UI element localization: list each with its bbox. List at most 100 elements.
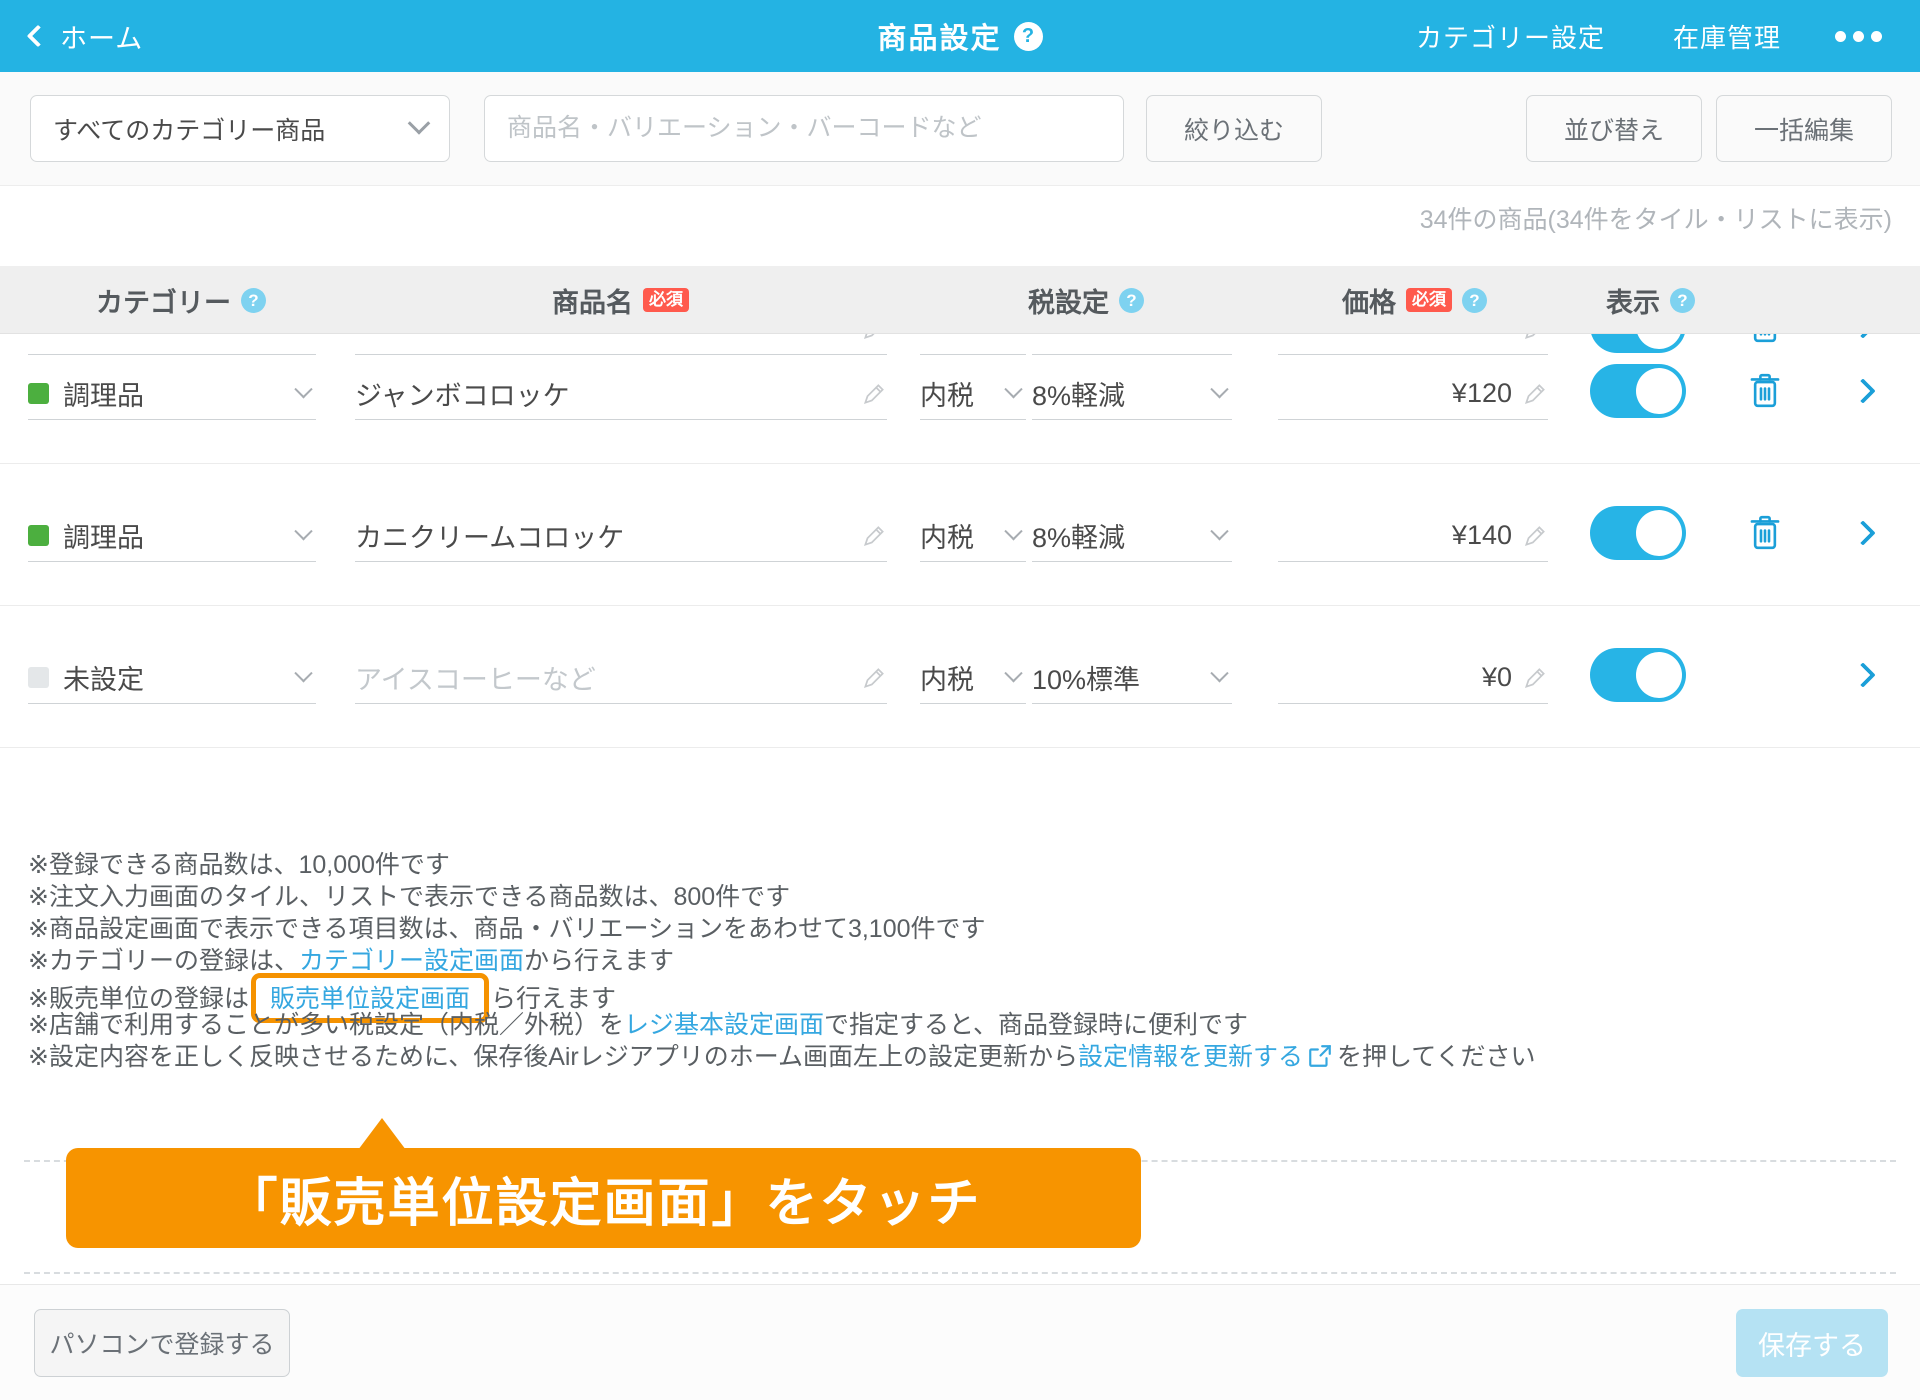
- pencil-icon: [1524, 667, 1545, 688]
- note-suffix-5: で指定すると、商品登録時に便利です: [823, 1011, 1248, 1039]
- instruction-callout: 「販売単位設定画面」をタッチ: [66, 1148, 1141, 1248]
- note-prefix-6: ※設定内容を正しく反映させるために、保存後Airレジアプリのホーム画面左上の設定…: [28, 1043, 1079, 1071]
- back-to-home-button[interactable]: ホーム: [26, 17, 144, 56]
- row-1-delete-button[interactable]: [1740, 366, 1790, 416]
- column-label-visibility: 表示: [1606, 287, 1660, 318]
- row-1-name-field[interactable]: ジャンボコロッケ: [355, 368, 887, 420]
- row-3-visibility-toggle[interactable]: [1590, 648, 1686, 702]
- table-header: カテゴリー ? 商品名 必須 税設定 ? 価格 必須 ? 表示 ?: [0, 266, 1920, 334]
- row-3-detail-button[interactable]: [1838, 650, 1888, 700]
- row-3-tax-rate-select[interactable]: 10%標準: [1032, 652, 1232, 704]
- toggle-switch-on[interactable]: [1590, 506, 1686, 560]
- row-2-name-field[interactable]: カニクリームコロッケ: [355, 510, 887, 562]
- row-3-tax-type-select[interactable]: 内税: [920, 652, 1026, 704]
- note-line-6: ※設定内容を正しく反映させるために、保存後Airレジアプリのホーム画面左上の設定…: [28, 1037, 1536, 1073]
- trash-icon: [1750, 373, 1780, 408]
- row-2-delete-button[interactable]: [1740, 508, 1790, 558]
- chevron-down-icon: [1004, 522, 1023, 541]
- column-label-category: カテゴリー: [96, 287, 231, 318]
- row-2-price-field[interactable]: ¥140: [1278, 510, 1548, 562]
- search-field[interactable]: [484, 95, 1124, 162]
- nav-category-settings[interactable]: カテゴリー設定: [1382, 18, 1639, 55]
- note-line-5: ※店舗で利用することが多い税設定（内税／外税）をレジ基本設定画面で指定すると、商…: [28, 1005, 1248, 1041]
- row-2-category-select[interactable]: 調理品: [28, 510, 316, 562]
- row-1-tax-type-select[interactable]: 内税: [920, 368, 1026, 420]
- back-label: ホーム: [60, 23, 144, 54]
- chevron-down-icon: [294, 664, 313, 683]
- bulk-edit-button[interactable]: 一括編集: [1716, 95, 1892, 162]
- row-2-name-value: カニクリームコロッケ: [355, 523, 625, 553]
- sort-button[interactable]: 並び替え: [1526, 95, 1702, 162]
- row-2-price-value: ¥140: [1451, 520, 1512, 550]
- row-3-name-value: アイスコーヒーなど: [355, 665, 596, 695]
- note-line-3: ※カテゴリーの登録は、カテゴリー設定画面から行えます: [28, 941, 674, 977]
- row-1-visibility-toggle[interactable]: [1590, 364, 1686, 418]
- question-mark-icon[interactable]: ?: [1670, 287, 1695, 313]
- pencil-icon: [863, 667, 884, 688]
- row-1-name-value: ジャンボコロッケ: [355, 381, 570, 411]
- product-table-body: 調理品 ジャンボコロッケ 内税 8%軽減 ¥120 調理品 カニクリームコロッケ…: [0, 334, 1920, 810]
- toggle-switch-on[interactable]: [1590, 364, 1686, 418]
- link-3[interactable]: カテゴリー設定画面: [299, 947, 524, 975]
- ellipsis-icon[interactable]: [1815, 30, 1920, 42]
- toggle-switch-on[interactable]: [1590, 648, 1686, 702]
- row-2-tax-rate-value: 8%軽減: [1032, 523, 1126, 553]
- category-color-swatch: [28, 667, 49, 688]
- row-1-tax-rate-value: 8%軽減: [1032, 381, 1126, 411]
- row-3-name-field[interactable]: アイスコーヒーなど: [355, 652, 887, 704]
- trash-icon: [1750, 515, 1780, 550]
- search-input[interactable]: [507, 114, 1101, 143]
- chevron-right-icon: [1850, 378, 1876, 404]
- app-header: ホーム 商品設定 ? カテゴリー設定 在庫管理: [0, 0, 1920, 72]
- question-mark-icon[interactable]: ?: [241, 287, 266, 313]
- chevron-down-icon: [1210, 380, 1229, 399]
- row-2-visibility-toggle[interactable]: [1590, 506, 1686, 560]
- external-link-icon: [1309, 1045, 1331, 1067]
- row-1-category-select[interactable]: 調理品: [28, 368, 316, 420]
- row-1-price-field[interactable]: ¥120: [1278, 368, 1548, 420]
- pencil-icon: [863, 525, 884, 546]
- toggle-knob: [1636, 652, 1682, 698]
- note-line-2: ※商品設定画面で表示できる項目数は、商品・バリエーションをあわせて3,100件で…: [28, 915, 986, 943]
- row-3-category-value: 未設定: [63, 665, 144, 695]
- note-prefix-3: ※カテゴリーの登録は、: [28, 947, 299, 975]
- filter-button[interactable]: 絞り込む: [1146, 95, 1322, 162]
- register-on-pc-button[interactable]: パソコンで登録する: [34, 1309, 290, 1377]
- link-5[interactable]: レジ基本設定画面: [624, 1011, 824, 1039]
- pencil-icon: [1524, 383, 1545, 404]
- category-filter-select[interactable]: すべてのカテゴリー商品: [30, 95, 450, 162]
- chevron-down-icon: [1004, 380, 1023, 399]
- page-title: 商品設定: [877, 23, 1002, 55]
- link-6[interactable]: 設定情報を更新する: [1078, 1043, 1303, 1071]
- row-2-detail-button[interactable]: [1838, 508, 1888, 558]
- question-mark-icon[interactable]: ?: [1013, 21, 1043, 51]
- chevron-down-icon: [294, 380, 313, 399]
- filter-toolbar: すべてのカテゴリー商品 絞り込む 並び替え 一括編集: [0, 72, 1920, 186]
- nav-inventory-management[interactable]: 在庫管理: [1639, 18, 1815, 55]
- note-suffix-6: を押してください: [1337, 1043, 1536, 1071]
- chevron-down-icon: [1210, 664, 1229, 683]
- chevron-right-icon: [1850, 520, 1876, 546]
- chevron-right-icon: [1850, 662, 1876, 688]
- row-3-price-field[interactable]: ¥0: [1278, 652, 1548, 704]
- row-2-tax-type-select[interactable]: 内税: [920, 510, 1026, 562]
- table-row: 未設定 アイスコーヒーなど 内税 10%標準 ¥0: [0, 606, 1920, 748]
- category-filter-value: すべてのカテゴリー商品: [53, 116, 326, 145]
- chevron-down-icon: [1004, 664, 1023, 683]
- save-button[interactable]: 保存する: [1736, 1309, 1888, 1377]
- row-1-tax-rate-select[interactable]: 8%軽減: [1032, 368, 1232, 420]
- row-1-tax-type-value: 内税: [920, 381, 974, 411]
- category-color-swatch: [28, 525, 49, 546]
- column-header-tax: 税設定 ?: [1028, 266, 1144, 334]
- item-count-text: 34件の商品(34件をタイル・リストに表示): [1419, 206, 1892, 234]
- callout-pointer: [358, 1118, 406, 1150]
- divider-bottom: [24, 1272, 1896, 1274]
- row-3-category-select[interactable]: 未設定: [28, 652, 316, 704]
- row-1-detail-button[interactable]: [1838, 366, 1888, 416]
- column-label-tax: 税設定: [1028, 287, 1109, 318]
- note-line-1: ※注文入力画面のタイル、リストで表示できる商品数は、800件です: [28, 883, 791, 911]
- row-2-tax-rate-select[interactable]: 8%軽減: [1032, 510, 1232, 562]
- required-badge: 必須: [1406, 288, 1452, 312]
- question-mark-icon[interactable]: ?: [1462, 287, 1487, 313]
- question-mark-icon[interactable]: ?: [1119, 287, 1144, 313]
